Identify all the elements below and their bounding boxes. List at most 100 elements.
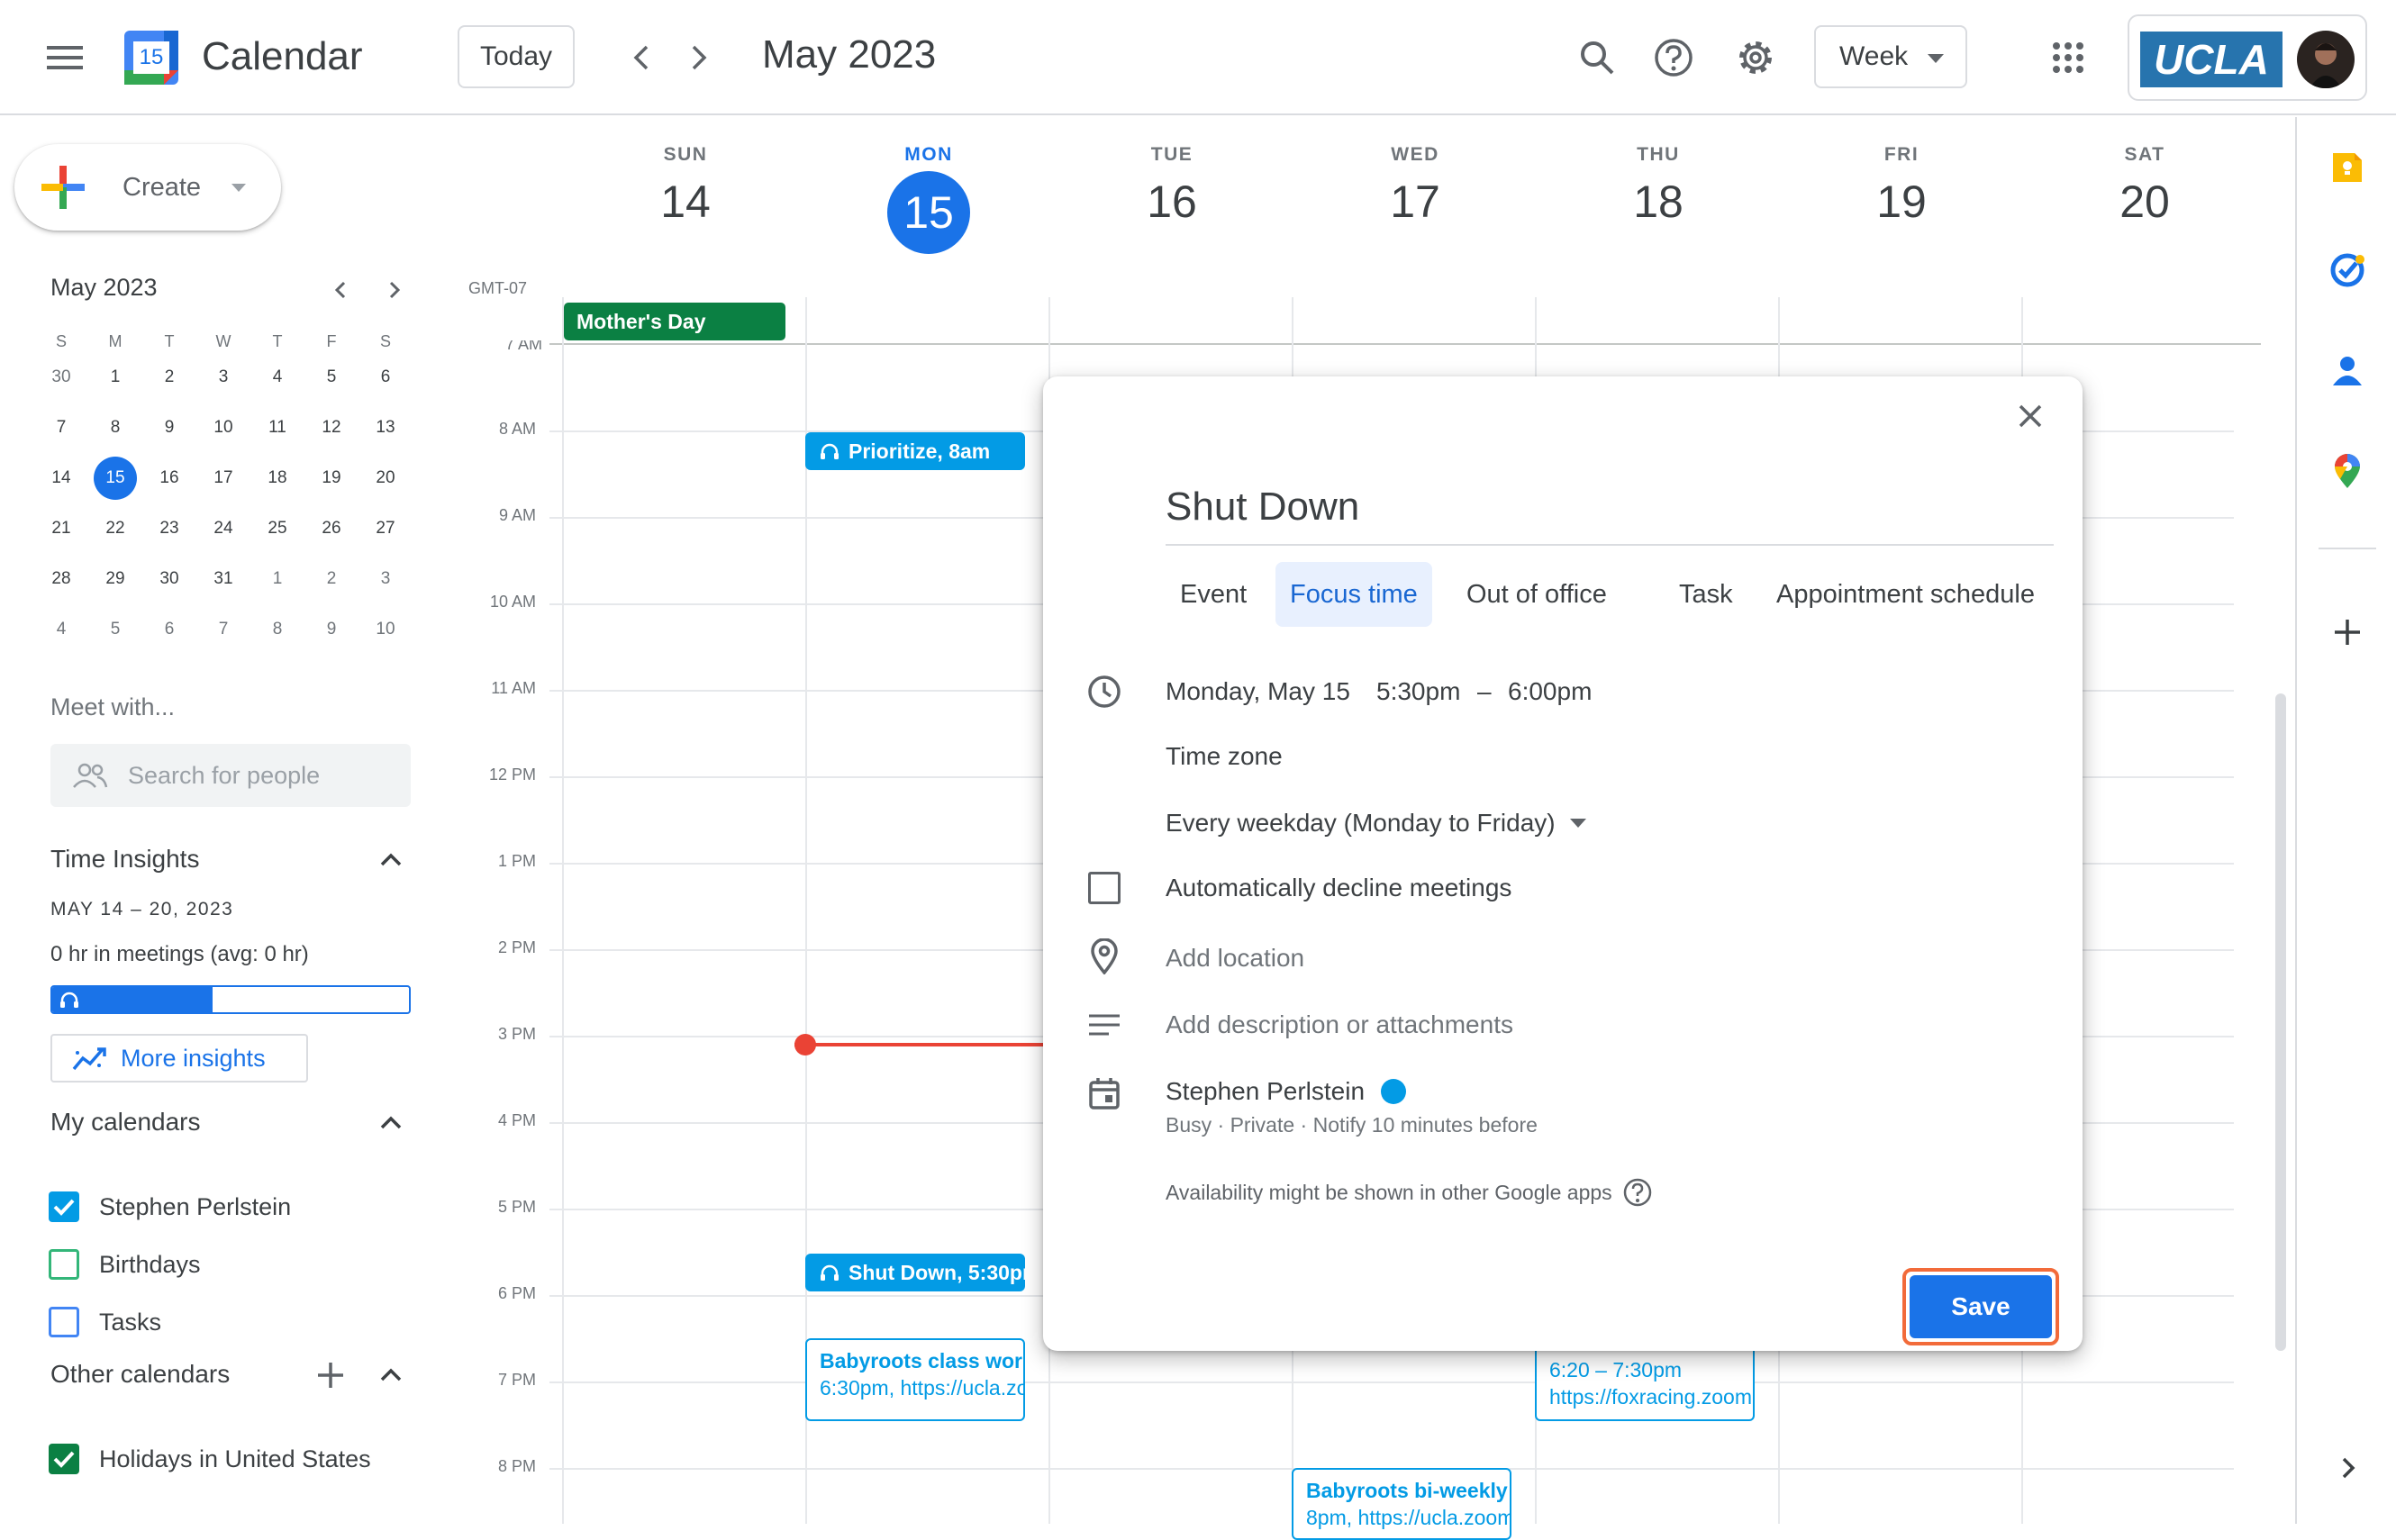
mini-calendar-day[interactable]: 10 [196,407,250,448]
calendar-item[interactable]: Stephen Perlstein [49,1187,291,1227]
calendar-owner-select[interactable]: Stephen Perlstein [1166,1077,1406,1106]
mini-calendar-day[interactable]: 29 [88,558,142,600]
day-number[interactable]: 15 [887,171,970,254]
tab-out-of-office[interactable]: Out of office [1452,562,1621,627]
tab-event[interactable]: Event [1166,562,1261,627]
avatar[interactable] [2297,31,2355,88]
mini-calendar-day[interactable]: 14 [34,457,88,499]
day-header[interactable]: MON15 [807,144,1050,254]
mini-calendar-day[interactable]: 23 [142,508,196,549]
calendar-item[interactable]: Tasks [49,1302,161,1342]
mini-calendar-day[interactable]: 20 [358,457,413,499]
mini-calendar-day[interactable]: 24 [196,508,250,549]
event-babyroots-bi-weekly[interactable]: Babyroots bi-weekly 8pm, https://ucla.zo… [1292,1468,1511,1540]
day-header[interactable]: SUN14 [564,144,807,227]
mini-calendar-day[interactable]: 10 [358,609,413,650]
search-icon[interactable] [1561,22,1633,94]
day-number[interactable]: 19 [1780,177,2023,227]
tab-task[interactable]: Task [1665,562,1747,627]
collapse-other-calendars-icon[interactable] [377,1360,405,1389]
help-icon[interactable] [1638,22,1710,94]
mini-calendar-day[interactable]: 15 [88,457,142,499]
mini-calendar-day[interactable]: 21 [34,508,88,549]
mini-calendar-day[interactable]: 3 [358,558,413,600]
mini-calendar-day[interactable]: 2 [142,357,196,398]
mini-calendar-day[interactable]: 25 [250,508,304,549]
day-header[interactable]: TUE16 [1050,144,1293,227]
collapse-my-calendars-icon[interactable] [377,1108,405,1137]
calendar-logo-icon[interactable]: 15 [123,29,180,86]
mini-calendar-day[interactable]: 4 [34,609,88,650]
tab-focus-time[interactable]: Focus time [1275,562,1432,627]
search-people-input[interactable]: Search for people [50,744,411,807]
more-insights-button[interactable]: More insights [50,1034,308,1083]
mini-calendar-day[interactable]: 13 [358,407,413,448]
mini-calendar-day[interactable]: 9 [142,407,196,448]
day-number[interactable]: 16 [1050,177,1293,227]
auto-decline-checkbox[interactable] [1085,868,1124,908]
calendar-checkbox[interactable] [49,1307,79,1337]
auto-decline-label[interactable]: Automatically decline meetings [1166,874,1511,902]
mini-calendar-day[interactable]: 7 [196,609,250,650]
event-title-input[interactable]: Shut Down [1166,477,2054,546]
recurrence-select[interactable]: Every weekday (Monday to Friday) [1166,805,1586,841]
calendar-item[interactable]: Birthdays [49,1245,201,1284]
google-apps-icon[interactable] [2032,22,2104,94]
mini-calendar-day[interactable]: 30 [142,558,196,600]
add-description-input[interactable]: Add description or attachments [1166,1010,1513,1039]
mini-calendar-day[interactable]: 9 [304,609,358,650]
mini-prev-month-icon[interactable] [326,276,355,304]
calendar-checkbox[interactable] [49,1444,79,1474]
mini-next-month-icon[interactable] [380,276,409,304]
all-day-event-mothers-day[interactable]: Mother's Day [564,303,785,340]
mini-calendar-day[interactable]: 1 [250,558,304,600]
mini-calendar-day[interactable]: 3 [196,357,250,398]
contacts-icon[interactable] [2329,353,2365,389]
mini-calendar-day[interactable]: 1 [88,357,142,398]
mini-calendar-day[interactable]: 6 [142,609,196,650]
mini-calendar-day[interactable]: 19 [304,457,358,499]
day-header[interactable]: WED17 [1293,144,1537,227]
mini-calendar-day[interactable]: 2 [304,558,358,600]
event-date[interactable]: Monday, May 15 [1166,677,1350,706]
time-zone-link[interactable]: Time zone [1166,742,1283,771]
grid-scrollbar[interactable] [2275,693,2286,1351]
mini-calendar-day[interactable]: 28 [34,558,88,600]
create-button[interactable]: Create [14,144,281,231]
today-button[interactable]: Today [458,25,575,88]
day-number[interactable]: 18 [1537,177,1780,227]
mini-calendar-day[interactable]: 30 [34,357,88,398]
day-number[interactable]: 17 [1293,177,1537,227]
focus-time-bar[interactable] [50,985,411,1014]
mini-calendar-day[interactable]: 16 [142,457,196,499]
add-addon-plus-icon[interactable] [2329,614,2365,650]
main-menu-icon[interactable] [29,22,101,94]
mini-calendar-day[interactable]: 4 [250,357,304,398]
day-header[interactable]: THU18 [1537,144,1780,227]
tasks-icon[interactable] [2329,252,2365,288]
mini-calendar-day[interactable]: 7 [34,407,88,448]
keep-icon[interactable] [2329,149,2365,186]
mini-calendar-day[interactable]: 6 [358,357,413,398]
add-calendar-plus-icon[interactable] [315,1360,346,1391]
save-button[interactable]: Save [1910,1275,2052,1338]
mini-calendar-day[interactable]: 17 [196,457,250,499]
start-time[interactable]: 5:30pm [1376,677,1460,706]
add-location-input[interactable]: Add location [1166,944,1304,973]
expand-panel-chevron-icon[interactable] [2333,1454,2362,1482]
collapse-time-insights-icon[interactable] [377,845,405,874]
mini-calendar-day[interactable]: 8 [250,609,304,650]
day-header[interactable]: SAT20 [2023,144,2266,227]
mini-calendar-day[interactable]: 12 [304,407,358,448]
day-number[interactable]: 20 [2023,177,2266,227]
close-icon[interactable] [2009,394,2052,438]
availability-help-icon[interactable] [1623,1178,1652,1207]
day-header[interactable]: FRI19 [1780,144,2023,227]
mini-calendar-day[interactable]: 11 [250,407,304,448]
event-babyroots-class[interactable]: Babyroots class workshop 6:30pm, https:/… [805,1338,1025,1421]
event-prioritize[interactable]: Prioritize, 8am [805,432,1025,470]
owner-details[interactable]: Busy · Private · Notify 10 minutes befor… [1166,1113,1538,1137]
mini-calendar-day[interactable]: 22 [88,508,142,549]
settings-gear-icon[interactable] [1720,22,1792,94]
day-number[interactable]: 14 [564,177,807,227]
